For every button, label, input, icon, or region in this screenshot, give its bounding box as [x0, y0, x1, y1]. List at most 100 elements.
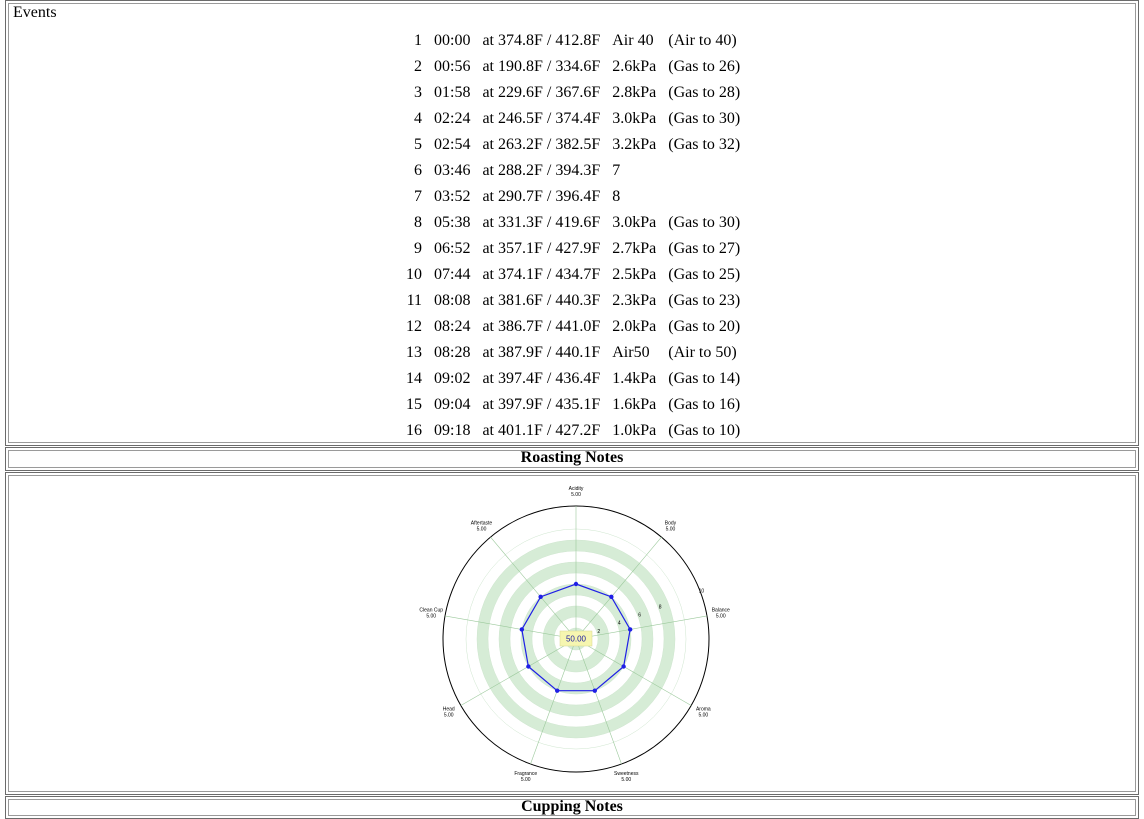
radar-total-score: 50.00: [566, 635, 587, 644]
event-temps: at 357.1F / 427.9F: [482, 240, 601, 257]
radar-tick-label: 2: [597, 629, 600, 635]
event-temps: at 381.6F / 440.3F: [482, 292, 601, 309]
radar-axis-value: 5.00: [716, 613, 726, 619]
event-temps: at 374.8F / 412.8F: [482, 32, 601, 49]
event-temps: at 374.1F / 434.7F: [482, 266, 601, 283]
roasting-notes-section: Roasting Notes: [5, 447, 1139, 471]
radar-point: [592, 688, 598, 693]
event-temps: at 190.8F / 334.6F: [482, 58, 601, 75]
radar-axis-value: 5.00: [426, 613, 436, 619]
event-number: 1: [414, 32, 422, 49]
event-number: 12: [406, 318, 422, 335]
cupping-radar-section: 2 4 6 8 10 Acidity 5.00 Body 5.00 Balance 5.00 Arom…: [5, 472, 1139, 795]
event-number: 7: [414, 188, 422, 205]
radar-point: [519, 627, 525, 632]
event-value: 2.7kPa: [612, 240, 657, 257]
event-note: (Gas to 25): [668, 266, 741, 283]
event-value: 8: [612, 188, 621, 205]
event-value: 2.5kPa: [612, 266, 657, 283]
event-row: 14 09:02 at 397.4F / 436.4F 1.4kPa (Gas to 1…: [406, 366, 746, 392]
event-note: (Gas to 23): [668, 292, 741, 309]
event-row: 4 02:24 at 246.5F / 374.4F 3.0kPa (Gas to 30…: [406, 106, 746, 132]
event-row: 7 03:52 at 290.7F / 396.4F 8: [406, 184, 746, 210]
radar-point: [621, 664, 626, 669]
event-temps: at 331.3F / 419.6F: [482, 214, 601, 231]
event-note: [662, 158, 746, 184]
event-row: 10 07:44 at 374.1F / 434.7F 2.5kPa (Gas to 2…: [406, 262, 746, 288]
event-value: Air50: [612, 344, 650, 361]
radar-tick-label: 8: [659, 604, 662, 610]
event-row: 13 08:28 at 387.9F / 440.1F Air50 (Air to 50…: [406, 340, 746, 366]
event-value: 2.6kPa: [612, 58, 657, 75]
event-row: 9 06:52 at 357.1F / 427.9F 2.7kPa (Gas to 27…: [406, 236, 746, 262]
radar-point: [554, 688, 560, 693]
radar-axis-value: 5.00: [666, 526, 676, 532]
radar-point: [526, 664, 531, 669]
event-number: 15: [406, 396, 422, 413]
radar-point: [573, 581, 579, 587]
event-temps: at 397.4F / 436.4F: [482, 370, 601, 387]
event-number: 14: [406, 370, 422, 387]
event-time: 02:54: [434, 136, 471, 153]
event-time: 01:58: [434, 84, 471, 101]
event-number: 2: [414, 58, 422, 75]
event-note: (Gas to 10): [668, 422, 741, 439]
event-temps: at 288.2F / 394.3F: [482, 162, 601, 179]
event-time: 02:24: [434, 110, 471, 127]
roasting-notes-heading: Roasting Notes: [520, 449, 624, 466]
event-temps: at 263.2F / 382.5F: [482, 136, 601, 153]
event-number: 11: [406, 292, 422, 309]
event-row: 12 08:24 at 386.7F / 441.0F 2.0kPa (Gas to 2…: [406, 314, 746, 340]
radar-tick-label: 4: [618, 621, 621, 627]
event-note: (Gas to 14): [668, 370, 741, 387]
event-number: 16: [406, 422, 422, 439]
event-note: [662, 184, 746, 210]
event-note: (Gas to 28): [668, 84, 741, 101]
event-note: (Air to 50): [668, 344, 737, 361]
radar-tick-label: 6: [638, 613, 641, 619]
event-time: 00:00: [434, 32, 471, 49]
cupping-notes-heading: Cupping Notes: [521, 798, 623, 815]
event-time: 09:18: [434, 422, 471, 439]
event-time: 09:04: [434, 396, 471, 413]
event-number: 13: [406, 344, 422, 361]
radar-axis-value: 5.00: [698, 713, 708, 719]
event-row: 6 03:46 at 288.2F / 394.3F 7: [406, 158, 746, 184]
event-row: 8 05:38 at 331.3F / 419.6F 3.0kPa (Gas to 30…: [406, 210, 746, 236]
event-time: 03:52: [434, 188, 471, 205]
event-row: 15 09:04 at 397.9F / 435.1F 1.6kPa (Gas to 1…: [406, 392, 746, 418]
event-value: Air 40: [612, 32, 654, 49]
event-number: 10: [406, 266, 422, 283]
radar-point: [609, 594, 614, 600]
event-time: 00:56: [434, 58, 471, 75]
event-value: 3.0kPa: [612, 214, 657, 231]
radar-axis-value: 5.00: [477, 526, 487, 532]
event-row: 3 01:58 at 229.6F / 367.6F 2.8kPa (Gas to 28…: [406, 80, 746, 106]
event-row: 11 08:08 at 381.6F / 440.3F 2.3kPa (Gas to 2…: [406, 288, 746, 314]
event-time: 09:02: [434, 370, 471, 387]
event-row: 16 09:18 at 401.1F / 427.2F 1.0kPa (Gas to 1…: [406, 418, 746, 444]
event-note: (Gas to 32): [668, 136, 741, 153]
event-temps: at 387.9F / 440.1F: [482, 344, 601, 361]
event-note: (Gas to 27): [668, 240, 741, 257]
event-time: 05:38: [434, 214, 471, 231]
event-number: 3: [414, 84, 422, 101]
event-row: 2 00:56 at 190.8F / 334.6F 2.6kPa (Gas to 26…: [406, 54, 746, 80]
event-note: (Air to 40): [668, 32, 737, 49]
event-value: 3.2kPa: [612, 136, 657, 153]
event-temps: at 401.1F / 427.2F: [482, 422, 601, 439]
event-number: 8: [414, 214, 422, 231]
event-value: 1.6kPa: [612, 396, 657, 413]
event-note: (Gas to 20): [668, 318, 741, 335]
event-value: 1.4kPa: [612, 370, 657, 387]
event-row: 5 02:54 at 263.2F / 382.5F 3.2kPa (Gas to 32…: [406, 132, 746, 158]
radar-tick-label: 10: [699, 588, 705, 594]
event-time: 03:46: [434, 162, 471, 179]
event-value: 1.0kPa: [612, 422, 657, 439]
radar-axis-value: 5.00: [521, 777, 531, 783]
event-time: 08:24: [434, 318, 471, 335]
event-time: 06:52: [434, 240, 471, 257]
event-temps: at 290.7F / 396.4F: [482, 188, 601, 205]
events-table: 1 00:00 at 374.8F / 412.8F Air 40 (Air to 40…: [406, 28, 746, 444]
radar-point: [538, 594, 543, 600]
